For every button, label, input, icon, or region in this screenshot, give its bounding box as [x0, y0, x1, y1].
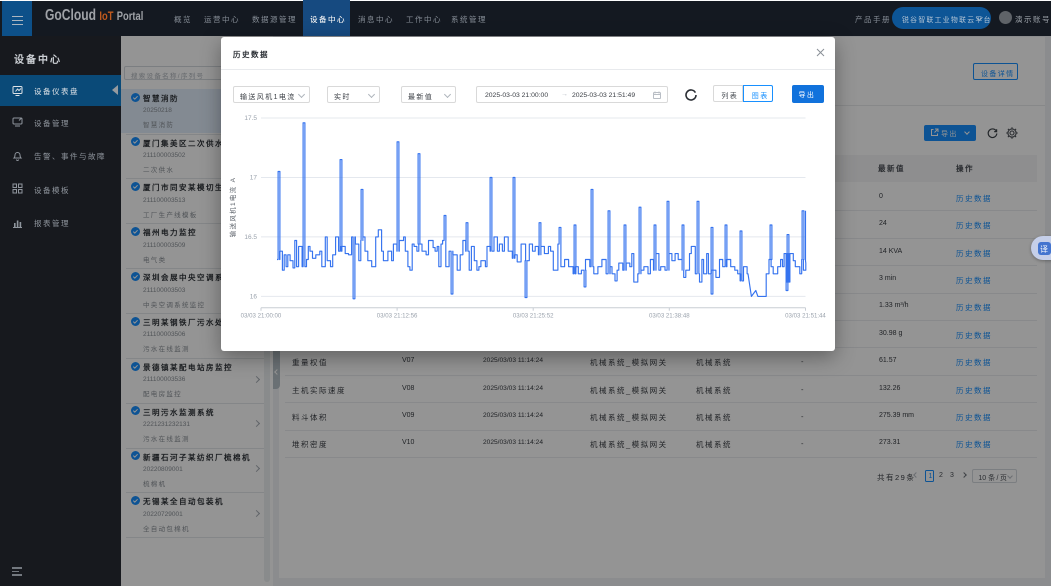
svg-text:17: 17 — [250, 175, 258, 182]
svg-text:16: 16 — [250, 294, 258, 301]
svg-text:03/03 21:51:44: 03/03 21:51:44 — [785, 313, 826, 320]
svg-text:03/03 21:25:52: 03/03 21:25:52 — [513, 313, 554, 320]
svg-text:16.5: 16.5 — [244, 234, 257, 241]
svg-text:03/03 21:38:48: 03/03 21:38:48 — [649, 313, 690, 320]
svg-text:17.5: 17.5 — [244, 115, 257, 122]
svg-text:03/03 21:00:00: 03/03 21:00:00 — [241, 313, 282, 320]
svg-text:输送风机1电流 A: 输送风机1电流 A — [228, 177, 237, 237]
svg-text:03/03 21:12:56: 03/03 21:12:56 — [377, 313, 418, 320]
